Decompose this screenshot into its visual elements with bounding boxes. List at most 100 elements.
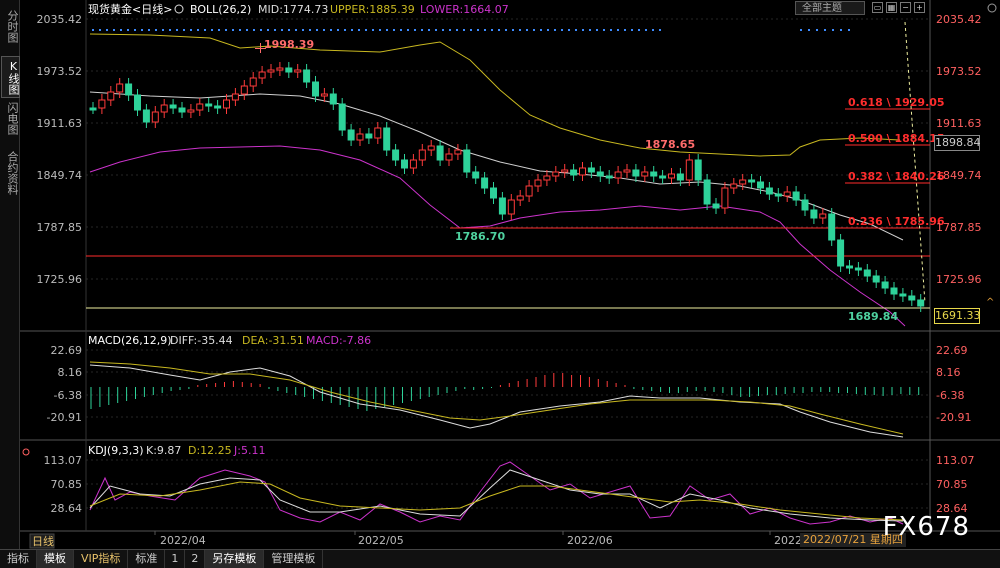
candle [418,149,426,161]
candle [374,127,382,139]
signal-dot [617,29,619,31]
signal-dot [190,29,192,31]
candle [810,209,818,219]
candle [160,104,168,113]
signal-dot [659,29,661,31]
candle [490,187,497,199]
signal-dot [456,29,458,31]
fib-618-label: 0.618 \ 1929.05 [848,96,945,109]
signal-dot [211,29,213,31]
tab-vip-indicators[interactable]: VIP指标 [74,550,129,568]
candle [676,173,684,181]
tab-flash-chart[interactable]: 闪电图 [1,98,19,138]
macd-dea: DEA:-31.51 [242,334,304,347]
price-tick-left: 1849.74 [37,169,83,182]
candle [917,299,925,307]
candle [570,169,578,176]
signal-dot [120,29,122,31]
signal-dot [624,29,626,31]
candle [383,127,391,151]
candle [694,159,702,181]
tab-time-chart[interactable]: 分时图 [1,6,19,46]
price-tick-right: 1787.85 [936,221,982,234]
macd-tick-left: -20.91 [47,411,82,424]
candle [872,275,880,283]
candle [463,149,471,173]
candle [178,107,186,113]
candle [596,171,604,177]
signal-dot [337,29,339,31]
candle [881,281,889,289]
signal-dot [267,29,269,31]
x-axis-label: 2022/04 [160,534,206,547]
tab-templates[interactable]: 模板 [37,550,74,568]
candle [223,99,230,109]
manage-template-button[interactable]: 管理模板 [264,550,324,568]
candle [294,69,302,73]
macd-tick-left: -6.38 [54,389,82,402]
plus-icon[interactable]: + [914,2,925,13]
tab-2[interactable]: 2 [185,550,206,568]
candle [125,83,133,96]
grid-icon[interactable]: ▦ [886,2,897,13]
candle [587,167,595,173]
signal-dot [808,29,810,31]
signal-dot [603,29,605,31]
low-annotation: 1786.70 [455,230,505,243]
candle [187,109,195,113]
price-tick-left: 2035.42 [37,13,83,26]
minus-icon[interactable]: − [900,2,911,13]
close-icon[interactable] [987,3,997,13]
boll-upper-line [89,33,901,157]
macd-tick-left: 8.16 [58,366,83,379]
candle [721,187,729,209]
tab-contract-info[interactable]: 合约资料 [1,146,19,200]
macd-diff: DIFF:-35.44 [170,334,233,347]
candle [801,199,809,211]
candle [703,179,711,205]
signal-dot [491,29,493,31]
candle [828,213,836,241]
signal-dot [358,29,360,31]
window-icon[interactable]: ▭ [872,2,883,13]
candle [641,171,649,177]
signal-dot [323,29,325,31]
signal-dot [295,29,297,31]
theme-dropdown[interactable]: 全部主题 [795,1,865,15]
signal-dot [400,29,402,31]
tab-indicators[interactable]: 指标 [0,550,37,568]
tab-kline-chart[interactable]: K线图 [1,56,20,98]
macd-tick-right: 22.69 [936,344,968,357]
candle [409,159,417,169]
kdj-k: K:9.87 [146,444,181,457]
tab-standard[interactable]: 标准 [128,550,166,568]
signal-dot [526,29,528,31]
signal-dot [99,29,101,31]
settings-icon[interactable] [174,4,184,14]
signal-dot [498,29,500,31]
signal-dot [645,29,647,31]
candle [401,159,408,169]
tab-1[interactable]: 1 [165,550,186,568]
signal-dot [519,29,521,31]
signal-dot [288,29,290,31]
signal-dot [505,29,507,31]
signal-dot [239,29,241,31]
save-template-button[interactable]: 另存模板 [205,550,265,568]
kdj-settings-icon[interactable] [22,448,30,456]
price-tick-left: 1973.52 [37,65,83,78]
x-axis-label: 2022/06 [567,534,613,547]
up-arrow-icon: ^ [986,297,994,308]
candlestick-chart[interactable]: 1998.39 1786.70 1878.65 1689.84 0.618 \ … [20,0,1000,549]
signal-dot [393,29,395,31]
boll-lower-value: LOWER:1664.07 [420,3,509,16]
candle [650,171,658,177]
boll-label: BOLL(26,2) [190,3,251,16]
chart-area[interactable]: 1998.39 1786.70 1878.65 1689.84 0.618 \ … [20,0,1000,549]
kdj-tick-left: 113.07 [44,454,83,467]
signal-dot [840,29,842,31]
signal-dot [568,29,570,31]
candle [392,149,400,161]
candle [712,203,720,209]
candle [748,179,756,183]
